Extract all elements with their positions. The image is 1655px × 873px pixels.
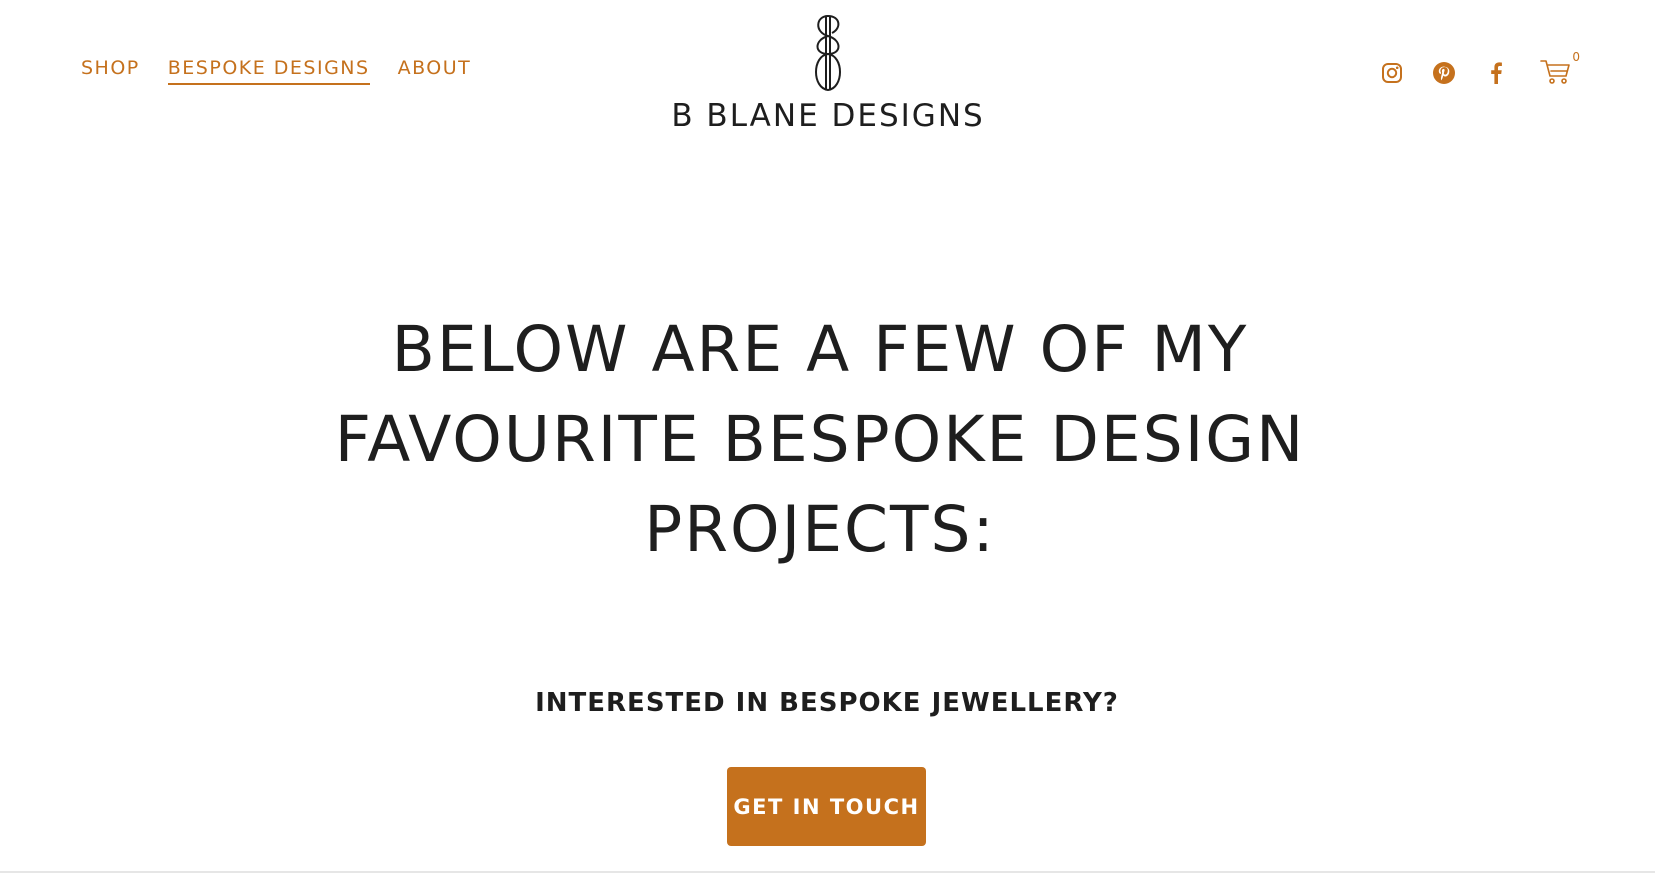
site-logo[interactable]: B BLANE DESIGNS [663, 14, 993, 134]
page-title: BELOW ARE A FEW OF MY FAVOURITE BESPOKE … [334, 313, 1306, 566]
cart-count-badge: 0 [1572, 50, 1580, 64]
cart-icon [1540, 60, 1570, 84]
logo-monogram-icon [815, 15, 841, 92]
pinterest-icon[interactable] [1430, 59, 1458, 87]
get-in-touch-button[interactable]: GET IN TOUCH [727, 767, 926, 846]
nav-bespoke-designs-link[interactable]: BESPOKE DESIGNS [167, 57, 370, 85]
cta-heading: INTERESTED IN BESPOKE JEWELLERY? [535, 688, 1119, 718]
instagram-icon[interactable] [1378, 59, 1406, 87]
page: SHOP BESPOKE DESIGNS ABOUT B BLANE DESIG… [0, 0, 1655, 873]
nav-about-link[interactable]: ABOUT [398, 57, 472, 85]
main-nav: SHOP BESPOKE DESIGNS ABOUT [81, 57, 471, 85]
nav-shop-link[interactable]: SHOP [81, 57, 140, 85]
social-links [1378, 59, 1510, 87]
brand-name: B BLANE DESIGNS [671, 98, 985, 134]
cart-button[interactable]: 0 [1540, 50, 1580, 90]
facebook-icon[interactable] [1482, 59, 1510, 87]
